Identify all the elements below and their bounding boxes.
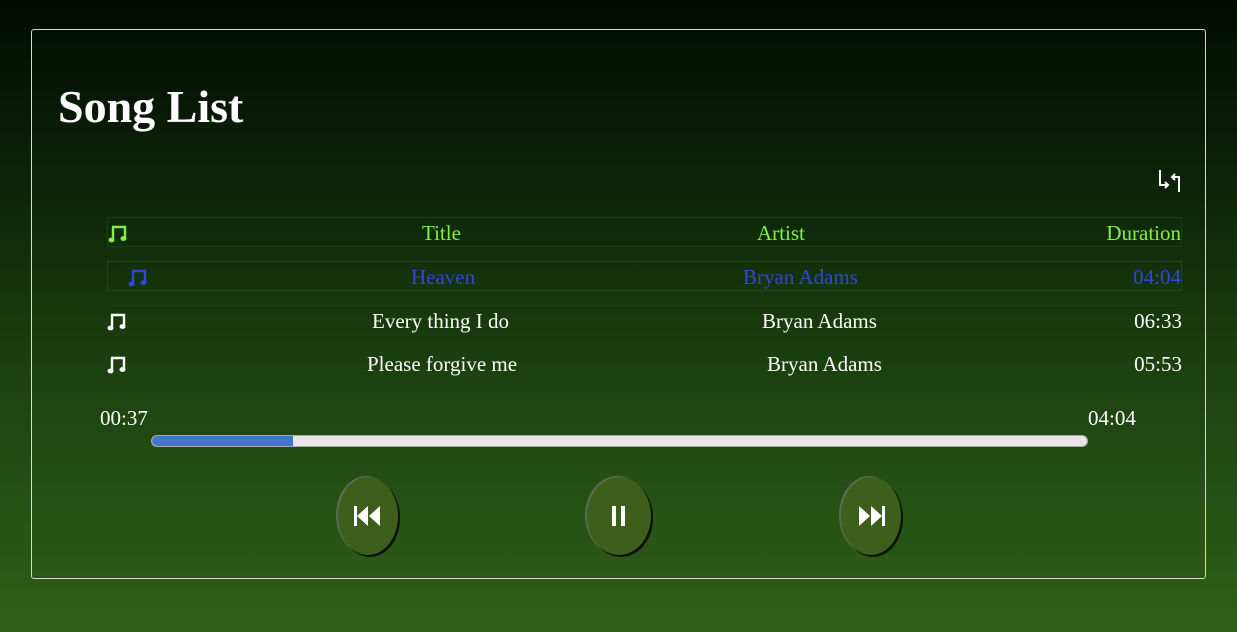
skip-next-icon	[859, 506, 885, 526]
song-artist: Bryan Adams	[743, 265, 858, 289]
song-row[interactable]: Every thing I do Bryan Adams 06:33	[107, 305, 1182, 335]
music-note-icon	[107, 349, 129, 379]
previous-button[interactable]	[338, 477, 398, 555]
song-title: Every thing I do	[372, 309, 510, 333]
music-note-icon	[108, 218, 130, 248]
song-row[interactable]: Heaven Bryan Adams 04:04	[107, 261, 1182, 291]
song-duration: 04:04	[1133, 265, 1181, 289]
column-header-title[interactable]: Title	[422, 218, 461, 248]
current-time: 00:37	[100, 406, 148, 430]
progress-fill	[152, 436, 294, 446]
page-title: Song List	[58, 81, 244, 132]
pause-button[interactable]	[587, 477, 651, 555]
column-header-duration[interactable]: Duration	[1106, 218, 1181, 248]
column-header-artist[interactable]: Artist	[757, 218, 805, 248]
repeat-button[interactable]	[1154, 166, 1184, 196]
music-note-icon	[128, 262, 150, 292]
song-duration: 06:33	[1134, 309, 1182, 333]
progress-bar[interactable]	[151, 435, 1088, 447]
total-time: 04:04	[1088, 406, 1136, 430]
pause-icon	[612, 506, 625, 526]
repeat-icon	[1159, 170, 1180, 192]
skip-previous-icon	[354, 506, 380, 526]
song-title: Please forgive me	[367, 352, 518, 376]
next-button[interactable]	[841, 477, 901, 555]
table-header: Title Artist Duration	[107, 217, 1182, 247]
music-note-icon	[107, 306, 129, 336]
song-title: Heaven	[411, 265, 476, 289]
song-duration: 05:53	[1134, 352, 1182, 376]
song-artist: Bryan Adams	[762, 309, 877, 333]
song-row[interactable]: Please forgive me Bryan Adams 05:53	[107, 349, 1182, 379]
song-list-panel: Song List Title Artist Duration Heaven B…	[31, 29, 1206, 579]
song-artist: Bryan Adams	[767, 352, 882, 376]
